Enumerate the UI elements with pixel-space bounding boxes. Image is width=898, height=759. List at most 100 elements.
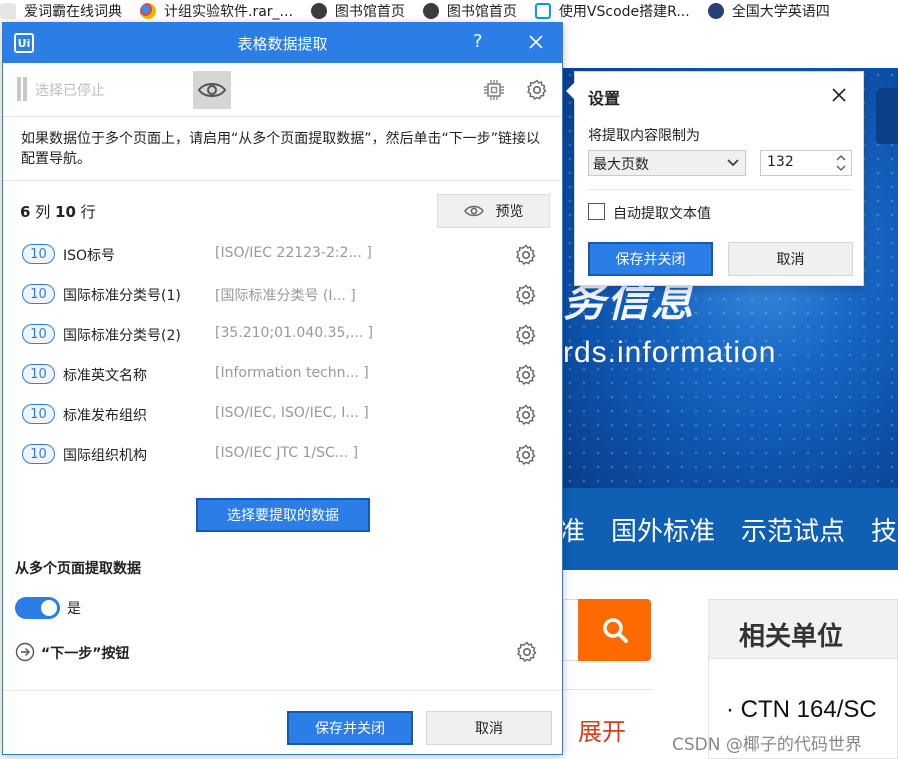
nav-item[interactable]: 准 xyxy=(563,511,585,548)
cancel-button[interactable]: 取消 xyxy=(426,711,552,745)
gear-icon[interactable] xyxy=(526,79,548,101)
eye-icon xyxy=(198,83,226,97)
bookmark-label: 全国大学英语四 xyxy=(731,4,830,20)
field-row[interactable]: 10 标准英文名称 [Information techn... ] xyxy=(3,357,562,397)
settings-save-button[interactable]: 保存并关闭 xyxy=(588,242,713,276)
field-count-badge: 10 xyxy=(22,364,55,384)
select-data-button[interactable]: 选择要提取的数据 xyxy=(196,498,370,532)
field-list: 10 ISO标号 [ISO/IEC 22123-2:2... ] 10 国际标准… xyxy=(3,237,562,477)
bookmark-item[interactable]: 爱词霸在线词典 xyxy=(0,1,122,21)
bookmark-label: 爱词霸在线词典 xyxy=(24,4,122,20)
info-text: 如果数据位于多个页面上，请启用“从多个页面提取数据”，然后单击“下一步”链接以配… xyxy=(3,117,562,181)
field-count-badge: 10 xyxy=(22,404,55,424)
limit-value-stepper[interactable]: 132 xyxy=(760,150,852,176)
dialog-toolbar: 选择已停止 xyxy=(3,63,562,117)
banner-tab[interactable] xyxy=(876,88,898,144)
auto-extract-checkbox[interactable] xyxy=(588,203,605,220)
pause-icon[interactable] xyxy=(17,77,27,101)
eye-icon xyxy=(463,205,484,217)
dialog-footer: 保存并关闭 取消 xyxy=(3,690,562,754)
watermark: CSDN @椰子的代码世界 xyxy=(672,735,862,755)
field-row[interactable]: 10 国际标准分类号(2) [35.210;01.040.35,... ] xyxy=(3,317,562,357)
seal-icon xyxy=(707,3,724,19)
bilibili-icon xyxy=(534,3,551,19)
multi-page-toggle-label: 是 xyxy=(67,601,81,617)
site-search-input[interactable] xyxy=(563,599,579,661)
field-count-badge: 10 xyxy=(22,444,55,464)
field-count-badge: 10 xyxy=(22,284,55,304)
selection-status: 选择已停止 xyxy=(35,83,105,99)
related-units-title: 相关单位 xyxy=(708,599,898,659)
field-row[interactable]: 10 标准发布组织 [ISO/IEC, ISO/IEC, I... ] xyxy=(3,397,562,437)
chip-icon[interactable] xyxy=(483,79,505,101)
bookmark-label: 图书馆首页 xyxy=(334,4,405,20)
gear-icon[interactable] xyxy=(516,641,538,663)
settings-cancel-button[interactable]: 取消 xyxy=(728,242,853,276)
site-search-button[interactable] xyxy=(578,599,651,661)
field-row[interactable]: 10 国际标准分类号(1) [国际标准分类号 (I... ] xyxy=(3,277,562,317)
globe-icon xyxy=(422,3,439,19)
close-icon[interactable] xyxy=(525,31,547,53)
field-name[interactable]: 标准发布组织 xyxy=(63,405,147,425)
nav-item[interactable]: 示范试点 xyxy=(741,511,845,548)
baidu-pan-icon xyxy=(140,3,156,19)
gear-icon[interactable] xyxy=(515,444,537,466)
help-button[interactable]: ? xyxy=(473,31,483,52)
field-name[interactable]: 国际标准分类号(2) xyxy=(63,325,181,345)
next-button-setting[interactable]: “下一步”按钮 xyxy=(41,643,129,663)
gear-icon[interactable] xyxy=(515,364,537,386)
gear-icon[interactable] xyxy=(515,284,537,306)
bookmarks-bar: 爱词霸在线词典 计组实验软件.rar_... 图书馆首页 图书馆首页 使用VSc… xyxy=(0,0,898,22)
search-icon xyxy=(602,618,628,643)
field-name[interactable]: 国际组织机构 xyxy=(63,445,147,465)
gear-icon[interactable] xyxy=(515,404,537,426)
gear-icon[interactable] xyxy=(515,324,537,346)
column-count: 6 xyxy=(20,203,31,221)
row-count: 10 xyxy=(55,203,76,221)
field-sample: [国际标准分类号 (I... ] xyxy=(215,288,356,304)
arrow-circle-icon xyxy=(15,642,35,662)
related-unit-item[interactable]: · CTN 164/SC xyxy=(726,696,877,724)
row-unit: 行 xyxy=(80,203,96,221)
field-sample: [Information techn... ] xyxy=(215,365,369,381)
hero-english-text: rds.information xyxy=(563,336,777,369)
limit-type-select[interactable]: 最大页数 xyxy=(588,150,746,176)
bookmark-label: 图书馆首页 xyxy=(446,4,517,20)
iciba-icon xyxy=(0,3,16,19)
column-unit: 列 xyxy=(35,203,51,221)
field-sample: [35.210;01.040.35,... ] xyxy=(215,325,374,341)
auto-extract-label: 自动提取文本值 xyxy=(613,206,711,222)
close-icon[interactable] xyxy=(830,86,848,104)
bookmark-item[interactable]: 使用VScode搭建R... xyxy=(534,1,690,21)
spinner-arrows-icon[interactable] xyxy=(835,153,847,173)
bookmark-item[interactable]: 图书馆首页 xyxy=(422,1,517,21)
nav-item[interactable]: 技 xyxy=(871,511,897,548)
table-size-row: 6 列 10 行 预览 xyxy=(3,181,562,237)
site-nav: 准 国外标准 示范试点 技 xyxy=(563,488,898,570)
field-sample: [ISO/IEC, ISO/IEC, I... ] xyxy=(215,405,369,421)
bookmark-label: 使用VScode搭建R... xyxy=(558,4,690,20)
preview-button[interactable]: 预览 xyxy=(437,194,550,228)
table-size: 6 列 10 行 xyxy=(20,201,96,222)
field-sample: [ISO/IEC 22123-2:2... ] xyxy=(215,245,372,261)
bookmark-item[interactable]: 全国大学英语四 xyxy=(707,1,830,21)
field-row[interactable]: 10 ISO标号 [ISO/IEC 22123-2:2... ] xyxy=(3,237,562,277)
field-sample: [ISO/IEC JTC 1/SC... ] xyxy=(215,445,359,461)
chevron-down-icon xyxy=(727,159,739,167)
limit-label: 将提取内容限制为 xyxy=(588,128,700,144)
field-name[interactable]: ISO标号 xyxy=(63,245,115,265)
nav-item[interactable]: 国外标准 xyxy=(611,511,715,548)
field-count-badge: 10 xyxy=(22,324,55,344)
gear-icon[interactable] xyxy=(515,244,537,266)
multi-page-toggle[interactable] xyxy=(15,597,60,619)
bookmark-item[interactable]: 图书馆首页 xyxy=(310,1,405,21)
field-name[interactable]: 国际标准分类号(1) xyxy=(63,285,181,305)
bookmark-item[interactable]: 计组实验软件.rar_... xyxy=(140,1,293,21)
settings-title: 设置 xyxy=(588,89,621,108)
expand-link[interactable]: 展开 xyxy=(578,712,626,747)
save-close-button[interactable]: 保存并关闭 xyxy=(287,711,413,745)
show-selection-toggle[interactable] xyxy=(193,71,231,109)
field-name[interactable]: 标准英文名称 xyxy=(63,365,147,385)
globe-icon xyxy=(310,3,327,19)
field-row[interactable]: 10 国际组织机构 [ISO/IEC JTC 1/SC... ] xyxy=(3,437,562,477)
